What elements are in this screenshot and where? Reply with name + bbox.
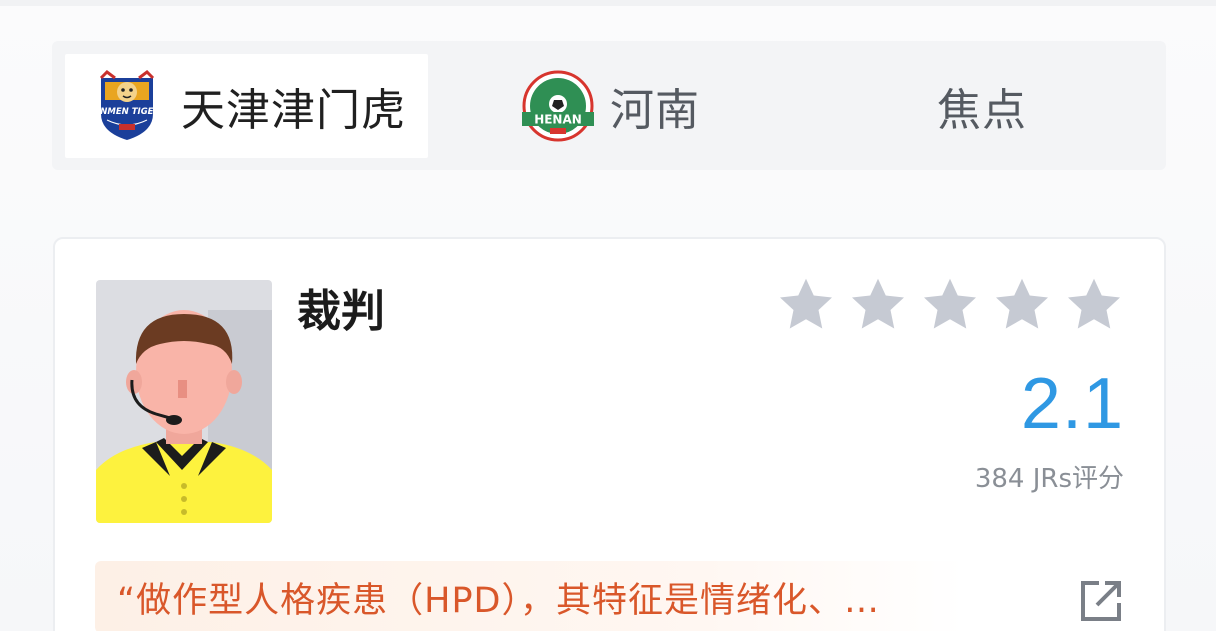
share-external-icon[interactable] [1079, 579, 1123, 623]
tianjin-jinmen-tiger-logo: JINMEN TIGER [95, 70, 159, 140]
quote-text: “做作型人格疾患（HPD），其特征是情绪化、… [117, 580, 881, 621]
tab-home-team[interactable]: JINMEN TIGER 天津津门虎 [65, 54, 428, 158]
star-icon[interactable] [775, 275, 837, 335]
tab-away-label: 河南 [610, 85, 700, 136]
henan-fc-logo: HENAN [522, 70, 594, 142]
average-score: 2.1 [1020, 364, 1124, 444]
tab-home-label: 天津津门虎 [181, 85, 406, 136]
top-strip [0, 0, 1216, 6]
star-icon[interactable] [919, 275, 981, 335]
tab-focus[interactable]: 焦点 [892, 54, 1072, 158]
tiger-logo-text: JINMEN TIGER [95, 107, 159, 117]
team-tab-bar: JINMEN TIGER 天津津门虎 HENAN 河南 焦点 [52, 41, 1166, 170]
referee-avatar [96, 280, 272, 523]
star-icon[interactable] [991, 275, 1053, 335]
star-icon[interactable] [1063, 275, 1125, 335]
star-icon[interactable] [847, 275, 909, 335]
referee-title: 裁判 [297, 286, 385, 337]
tab-focus-label: 焦点 [937, 85, 1027, 136]
henan-logo-text: HENAN [534, 113, 582, 127]
referee-card: 裁判 2.1 384 JRs评分 “做作型人格疾患（HPD），其特征是情绪化、… [53, 237, 1166, 631]
top-comment-quote[interactable]: “做作型人格疾患（HPD），其特征是情绪化、… [95, 561, 965, 631]
rating-count: 384 JRs评分 [974, 464, 1124, 494]
rating-stars[interactable] [775, 275, 1125, 339]
tab-away-team[interactable]: HENAN 河南 [518, 54, 778, 158]
